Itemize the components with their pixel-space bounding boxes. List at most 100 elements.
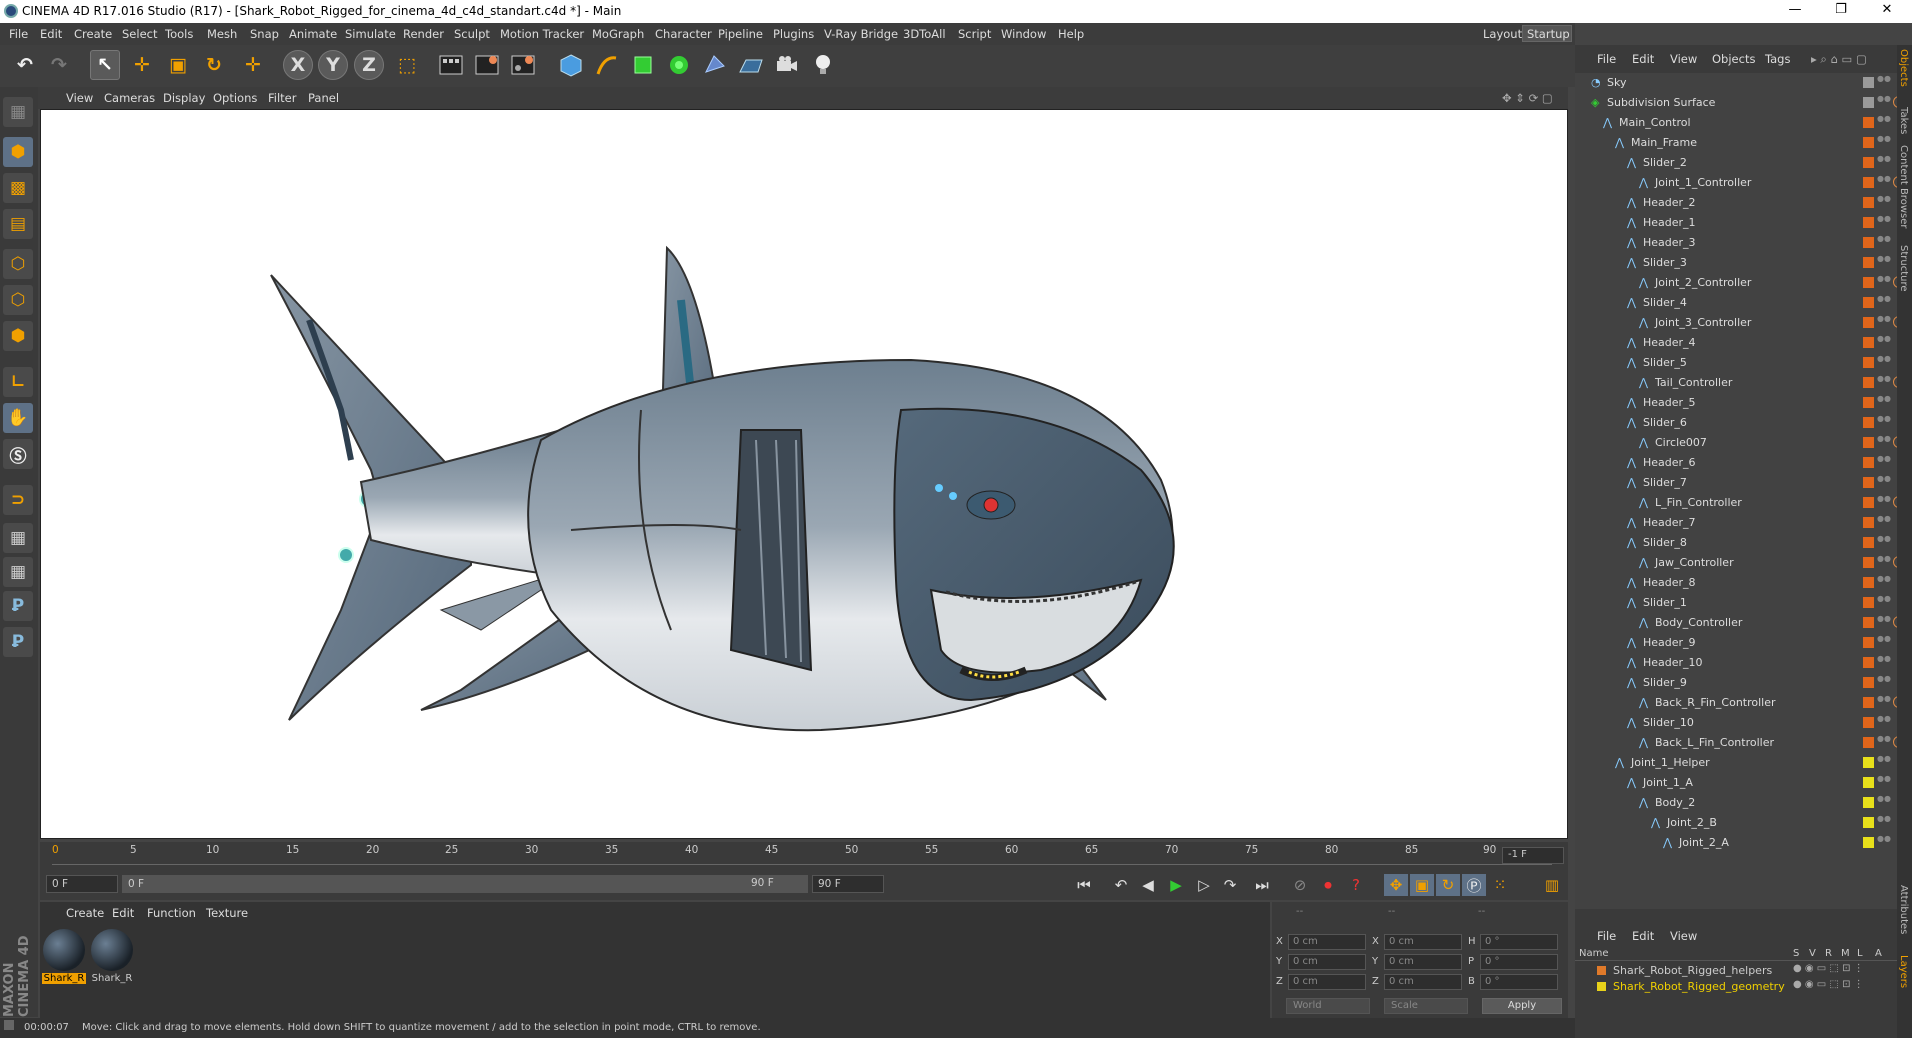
visibility-dots-icon[interactable]: ●● [1877, 555, 1891, 569]
visibility-dots-icon[interactable]: ●● [1877, 615, 1891, 629]
object-tree-row[interactable]: ◈ Subdivision Surface ●● [1575, 93, 1897, 113]
key-parameter-icon[interactable]: Ⓟ [1462, 874, 1486, 896]
viewport-menu-filter[interactable]: Filter [268, 91, 296, 105]
visibility-dots-icon[interactable]: ●● [1877, 535, 1891, 549]
visibility-dots-icon[interactable]: ●● [1877, 455, 1891, 469]
layer-color-tag[interactable] [1863, 277, 1874, 288]
visibility-dots-icon[interactable]: ●● [1877, 195, 1891, 209]
floor-grid-icon[interactable] [736, 50, 766, 80]
visibility-dots-icon[interactable]: ●● [1877, 375, 1891, 389]
object-tree-row[interactable]: ⋀ Joint_2_A ●● [1575, 833, 1897, 853]
python-script-icon[interactable]: Ꝑ [3, 627, 33, 657]
viewport-menu-options[interactable]: Options [213, 91, 257, 105]
keyframe-selection-icon[interactable]: ? [1344, 874, 1368, 896]
layer-color-tag[interactable] [1863, 697, 1874, 708]
next-frame-icon[interactable]: ▷ [1192, 874, 1216, 896]
restore-button[interactable]: ❐ [1818, 2, 1864, 20]
layer-menu-view[interactable]: View [1670, 929, 1697, 943]
previous-key-icon[interactable]: ↶ [1109, 874, 1133, 896]
side-tab-takes[interactable]: Takes [1898, 107, 1909, 134]
side-tab-objects[interactable]: Objects [1898, 49, 1909, 87]
previous-frame-icon[interactable]: ◀ [1136, 874, 1160, 896]
menu-plugins[interactable]: Plugins [773, 27, 814, 41]
layer-color-tag[interactable] [1863, 657, 1874, 668]
layer-color-tag[interactable] [1863, 397, 1874, 408]
object-menu-objects[interactable]: Objects [1712, 52, 1755, 66]
last-tool-button[interactable]: ✛ [238, 50, 268, 80]
side-tab-attributes[interactable]: Attributes [1898, 885, 1909, 934]
menu-animate[interactable]: Animate [289, 27, 337, 41]
scale-tool-button[interactable]: ▣ [163, 50, 193, 80]
position-z-input[interactable]: 0 cm [1288, 974, 1366, 990]
viewport-nav-icons[interactable]: ✥ ⇕ ⟳ ▢ [1502, 91, 1553, 105]
y-axis-button[interactable]: Y [318, 50, 348, 80]
menu-pipeline[interactable]: Pipeline [718, 27, 763, 41]
current-frame-input[interactable]: 0 F [46, 875, 118, 893]
layer-color-tag[interactable] [1863, 177, 1874, 188]
model-mode-icon[interactable]: ⬢ [3, 137, 33, 167]
visibility-dots-icon[interactable]: ●● [1877, 415, 1891, 429]
object-tree-row[interactable]: ⋀ Body_Controller ●● [1575, 613, 1897, 633]
pen-spline-icon[interactable] [592, 50, 622, 80]
workplane-lock-icon[interactable]: ▦ [3, 523, 33, 553]
side-tab-content-browser[interactable]: Content Browser [1898, 145, 1909, 228]
visibility-dots-icon[interactable]: ●● [1877, 215, 1891, 229]
layer-color-tag[interactable] [1863, 77, 1874, 88]
menu-mograph[interactable]: MoGraph [592, 27, 644, 41]
layer-color-tag[interactable] [1863, 637, 1874, 648]
menu-script[interactable]: Script [958, 27, 991, 41]
visibility-dots-icon[interactable]: ●● [1877, 635, 1891, 649]
object-manager-nav-icons[interactable]: ▸ ⌕ ⌂ ▭ ▢ [1811, 52, 1867, 67]
key-rotation-icon[interactable]: ↻ [1436, 874, 1460, 896]
visibility-dots-icon[interactable]: ●● [1877, 495, 1891, 509]
object-tree-row[interactable]: ⋀ Header_9 ●● [1575, 633, 1897, 653]
cube-icon[interactable] [556, 50, 586, 80]
object-tree-row[interactable]: ⋀ Header_4 ●● [1575, 333, 1897, 353]
visibility-dots-icon[interactable]: ●● [1877, 755, 1891, 769]
material-menu-edit[interactable]: Edit [112, 906, 134, 920]
go-to-end-icon[interactable]: ⏭ [1250, 874, 1274, 896]
layer-color-tag[interactable] [1863, 457, 1874, 468]
visibility-dots-icon[interactable]: ●● [1877, 135, 1891, 149]
visibility-dots-icon[interactable]: ●● [1877, 575, 1891, 589]
layer-color-tag[interactable] [1863, 517, 1874, 528]
layer-color-tag[interactable] [1863, 117, 1874, 128]
visibility-dots-icon[interactable]: ●● [1877, 275, 1891, 289]
visibility-dots-icon[interactable]: ●● [1877, 355, 1891, 369]
layer-color-tag[interactable] [1863, 537, 1874, 548]
viewport-menu-panel[interactable]: Panel [308, 91, 339, 105]
object-menu-file[interactable]: File [1597, 52, 1616, 66]
snap-magnet-icon[interactable]: ⊃ [3, 485, 33, 515]
tweak-mode-icon[interactable]: ✋ [3, 403, 33, 433]
object-tree-row[interactable]: ⋀ L_Fin_Controller ●● [1575, 493, 1897, 513]
render-picture-viewer-icon[interactable] [472, 50, 502, 80]
coordinate-system-button[interactable]: ⬚ [392, 50, 422, 80]
layer-color-tag[interactable] [1863, 97, 1874, 108]
object-tree-row[interactable]: ⋀ Body_2 ●● [1575, 793, 1897, 813]
go-to-start-icon[interactable]: ⏮ [1072, 874, 1096, 896]
material-menu-create[interactable]: Create [66, 906, 104, 920]
layer-flags-icon[interactable]: ● ◉ ▭ ⬚ ⊡ ⋮ [1793, 963, 1864, 974]
layer-row[interactable]: Shark_Robot_Rigged_geometry ● ◉ ▭ ⬚ ⊡ ⋮ [1575, 979, 1897, 995]
menu-vray-bridge[interactable]: V-Ray Bridge [824, 27, 898, 41]
menu-create[interactable]: Create [74, 27, 112, 41]
object-tree-row[interactable]: ⋀ Header_5 ●● [1575, 393, 1897, 413]
layer-color-tag[interactable] [1863, 377, 1874, 388]
layer-color-tag[interactable] [1863, 597, 1874, 608]
frame-range-start[interactable]: 0 F [122, 875, 808, 893]
layer-color-tag[interactable] [1863, 337, 1874, 348]
visibility-dots-icon[interactable]: ●● [1877, 395, 1891, 409]
object-tree-row[interactable]: ⋀ Slider_7 ●● [1575, 473, 1897, 493]
menu-select[interactable]: Select [122, 27, 157, 41]
object-tree-row[interactable]: ⋀ Back_R_Fin_Controller ●● [1575, 693, 1897, 713]
visibility-dots-icon[interactable]: ●● [1877, 75, 1891, 89]
subdivision-icon[interactable] [628, 50, 658, 80]
layer-color-tag[interactable] [1863, 557, 1874, 568]
menu-help[interactable]: Help [1058, 27, 1084, 41]
soft-selection-icon[interactable]: Ⓢ [3, 439, 33, 469]
menu-motion-tracker[interactable]: Motion Tracker [500, 27, 584, 41]
layout-select[interactable]: Startup (User) [1522, 25, 1572, 42]
menu-character[interactable]: Character [655, 27, 712, 41]
layer-color-tag[interactable] [1863, 197, 1874, 208]
layer-menu-file[interactable]: File [1597, 929, 1616, 943]
